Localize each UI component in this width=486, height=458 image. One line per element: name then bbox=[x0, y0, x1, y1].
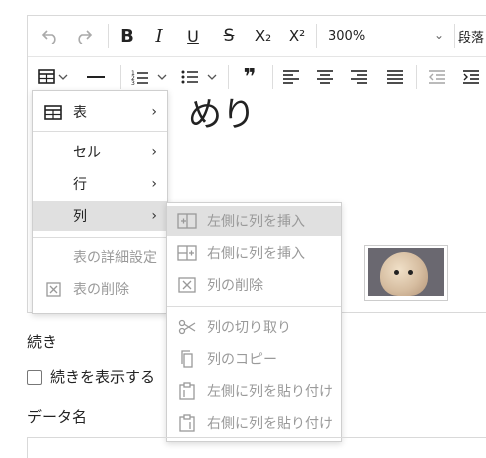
paragraph-select[interactable]: 段落 bbox=[458, 22, 484, 50]
continue-heading: 続き bbox=[27, 333, 58, 351]
bulleted-list-icon bbox=[181, 70, 217, 84]
align-right-icon[interactable] bbox=[348, 63, 370, 91]
insert-column-right-item[interactable]: 右側に列を挿入 bbox=[167, 238, 341, 268]
delete-table-icon bbox=[44, 281, 62, 297]
menu-item-label: 表 bbox=[73, 105, 87, 121]
table-menu-item-delete-table[interactable]: 表の削除 bbox=[33, 274, 167, 304]
numbered-list-button[interactable]: 1 2 3 bbox=[128, 63, 174, 91]
table-menu-item-row[interactable]: 行 › bbox=[33, 169, 167, 199]
menu-item-label: 列 bbox=[73, 209, 87, 225]
indent-icon[interactable] bbox=[460, 63, 482, 91]
scissors-icon bbox=[176, 319, 198, 335]
font-size-select[interactable]: 300% ⌄ bbox=[322, 22, 450, 50]
menu-divider bbox=[33, 237, 167, 238]
paste-icon bbox=[176, 414, 198, 432]
redo-icon[interactable] bbox=[70, 22, 98, 50]
menu-item-label: セル bbox=[73, 145, 101, 161]
underline-button[interactable]: U bbox=[182, 22, 204, 50]
paste-column-right-item[interactable]: 右側に列を貼り付け bbox=[167, 408, 341, 438]
align-center-icon[interactable] bbox=[314, 63, 336, 91]
table-icon bbox=[43, 104, 63, 120]
table-menu-item-column[interactable]: 列 › bbox=[33, 201, 167, 231]
table-menu-item-cell[interactable]: セル › bbox=[33, 137, 167, 167]
dog-image[interactable] bbox=[368, 248, 444, 296]
toolbar-separator bbox=[120, 65, 121, 89]
bulleted-list-button[interactable] bbox=[178, 63, 224, 91]
align-justify-icon[interactable] bbox=[384, 63, 406, 91]
menu-item-label: 列の削除 bbox=[207, 278, 263, 294]
copy-icon bbox=[176, 350, 198, 368]
menu-item-label: 右側に列を貼り付け bbox=[207, 416, 333, 432]
table-button[interactable] bbox=[34, 63, 74, 91]
chevron-down-icon: ⌄ bbox=[433, 28, 444, 42]
chevron-right-icon: › bbox=[151, 144, 157, 160]
insert-column-left-item[interactable]: 左側に列を挿入 bbox=[167, 206, 341, 236]
menu-item-label: 左側に列を挿入 bbox=[207, 214, 305, 230]
data-name-input[interactable] bbox=[27, 437, 486, 458]
menu-item-label: 左側に列を貼り付け bbox=[207, 384, 333, 400]
paragraph-label: 段落 bbox=[458, 30, 485, 46]
menu-item-label: 列の切り取り bbox=[207, 320, 291, 336]
toolbar-separator bbox=[416, 65, 417, 89]
cut-column-item[interactable]: 列の切り取り bbox=[167, 312, 341, 342]
show-continue-checkbox[interactable] bbox=[27, 370, 42, 385]
horizontal-rule-icon[interactable] bbox=[84, 63, 108, 91]
menu-divider bbox=[167, 306, 341, 307]
undo-icon[interactable] bbox=[36, 22, 64, 50]
menu-item-label: 行 bbox=[73, 177, 87, 193]
insert-column-right-icon bbox=[176, 245, 198, 261]
toolbar-separator bbox=[272, 65, 273, 89]
toolbar-row-1: B I U S X₂ X² 300% ⌄ 段落 bbox=[28, 16, 486, 57]
paste-column-left-item[interactable]: 左側に列を貼り付け bbox=[167, 376, 341, 406]
menu-item-label: 表の詳細設定 bbox=[73, 250, 157, 266]
table-icon bbox=[38, 69, 68, 84]
svg-text:3: 3 bbox=[131, 80, 135, 85]
blockquote-button[interactable]: ❞ bbox=[236, 63, 264, 91]
menu-item-label: 列のコピー bbox=[207, 352, 277, 368]
outdent-icon[interactable] bbox=[426, 63, 448, 91]
column-submenu: 左側に列を挿入 右側に列を挿入 列の削除 列の切り取り 列のコピー 左側に列を貼… bbox=[166, 202, 342, 442]
editor-heading-text: めり bbox=[188, 97, 256, 135]
table-menu-item-table-properties[interactable]: 表の詳細設定 bbox=[33, 242, 167, 272]
toolbar-separator bbox=[228, 65, 229, 89]
toolbar-separator bbox=[316, 24, 317, 48]
font-size-value: 300% bbox=[328, 28, 366, 44]
copy-column-item[interactable]: 列のコピー bbox=[167, 344, 341, 374]
menu-item-label: 表の削除 bbox=[73, 282, 129, 298]
chevron-right-icon: › bbox=[151, 104, 157, 120]
editor-toolbar: B I U S X₂ X² 300% ⌄ 段落 1 2 3 ❞ bbox=[27, 15, 486, 99]
align-left-icon[interactable] bbox=[280, 63, 302, 91]
insert-column-left-icon bbox=[176, 213, 198, 229]
italic-button[interactable]: I bbox=[148, 22, 170, 50]
table-menu: 表 › セル › 行 › 列 › 表の詳細設定 表の削除 bbox=[32, 90, 168, 314]
menu-item-label: 右側に列を挿入 bbox=[207, 246, 305, 262]
subscript-button[interactable]: X₂ bbox=[250, 22, 276, 50]
numbered-list-icon: 1 2 3 bbox=[131, 70, 167, 85]
data-name-heading: データ名 bbox=[27, 408, 88, 426]
delete-column-icon bbox=[176, 277, 198, 293]
superscript-button[interactable]: X² bbox=[284, 22, 310, 50]
paste-icon bbox=[176, 382, 198, 400]
delete-column-item[interactable]: 列の削除 bbox=[167, 270, 341, 300]
toolbar-separator bbox=[108, 24, 109, 48]
chevron-right-icon: › bbox=[151, 208, 157, 224]
chevron-right-icon: › bbox=[151, 176, 157, 192]
menu-divider bbox=[33, 131, 167, 132]
toolbar-separator bbox=[454, 24, 455, 48]
bold-button[interactable]: B bbox=[116, 22, 138, 50]
show-continue-label[interactable]: 続きを表示する bbox=[50, 366, 155, 387]
table-menu-item-table[interactable]: 表 › bbox=[33, 97, 167, 127]
strikethrough-button[interactable]: S bbox=[218, 22, 240, 50]
